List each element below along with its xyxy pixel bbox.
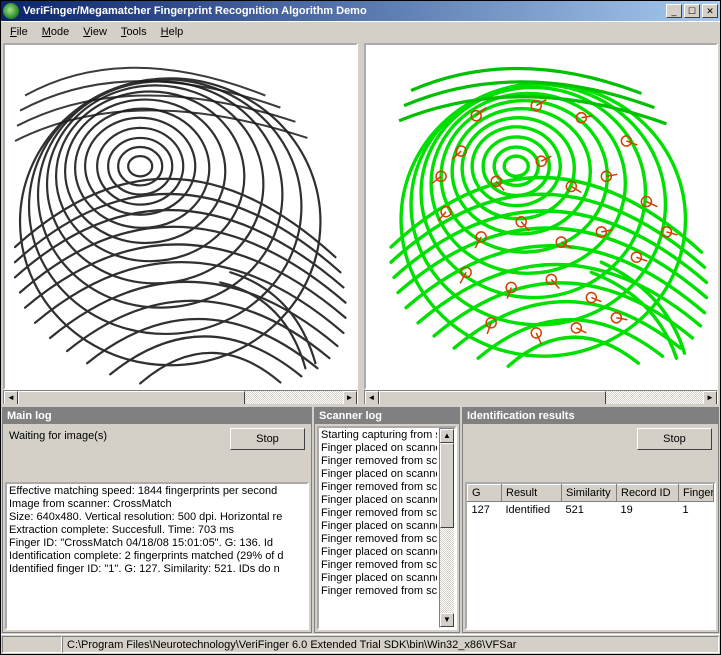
- status-cell-path: C:\Program Files\Neurotechnology\VeriFin…: [62, 636, 719, 653]
- cell-record-id: 19: [617, 502, 679, 519]
- minimize-button[interactable]: _: [666, 4, 682, 18]
- log-line: Finger removed from scan: [321, 533, 437, 546]
- log-line: Finger ID: "CrossMatch 04/18/08 15:01:05…: [9, 537, 305, 550]
- log-line: Extraction complete: Succesfull. Time: 7…: [9, 524, 305, 537]
- log-line: Finger removed from scan: [321, 507, 437, 520]
- scroll-down-icon[interactable]: ▼: [440, 613, 454, 627]
- menu-bar: File Mode View Tools Help: [1, 21, 720, 41]
- scanner-log-v-scrollbar[interactable]: ▲ ▼: [439, 428, 455, 628]
- col-record-id[interactable]: Record ID: [617, 485, 679, 502]
- menu-file[interactable]: File: [3, 24, 35, 40]
- results-table[interactable]: G Result Similarity Record ID Finger ID …: [467, 484, 714, 518]
- log-line: Image from scanner: CrossMatch: [9, 498, 305, 511]
- main-log-textarea[interactable]: Effective matching speed: 1844 fingerpri…: [5, 482, 309, 630]
- status-bar: C:\Program Files\Neurotechnology\VeriFin…: [1, 634, 720, 654]
- cell-g: 127: [468, 502, 502, 519]
- main-log-panel: Main log Waiting for image(s) Stop Effec…: [2, 407, 312, 633]
- col-g[interactable]: G: [468, 485, 502, 502]
- cell-similarity: 521: [562, 502, 617, 519]
- log-line: Finger placed on scanne: [321, 468, 437, 481]
- main-log-stop-button[interactable]: Stop: [230, 428, 305, 450]
- identification-results-panel: Identification results Stop G Result Sim…: [462, 407, 719, 633]
- results-stop-button[interactable]: Stop: [637, 428, 712, 450]
- identification-results-header: Identification results: [463, 408, 718, 424]
- log-line: Identification complete: 2 fingerprints …: [9, 550, 305, 563]
- maximize-button[interactable]: ☐: [684, 4, 700, 18]
- scanner-log-header: Scanner log: [315, 408, 459, 424]
- log-line: Finger placed on scanne: [321, 546, 437, 559]
- table-row[interactable]: 127 Identified 521 19 1: [468, 502, 714, 519]
- cell-result: Identified: [502, 502, 562, 519]
- log-line: Starting capturing from sc: [321, 429, 437, 442]
- scanner-log-textarea[interactable]: Starting capturing from sc Finger placed…: [317, 426, 457, 630]
- log-line: Finger removed from scan: [321, 585, 437, 598]
- main-log-header: Main log: [3, 408, 311, 424]
- col-result[interactable]: Result: [502, 485, 562, 502]
- original-fingerprint-image[interactable]: [3, 43, 358, 390]
- status-cell-left: [2, 636, 62, 653]
- menu-tools[interactable]: Tools: [114, 24, 154, 40]
- log-line: Finger placed on scanne: [321, 520, 437, 533]
- title-bar: VeriFinger/Megamatcher Fingerprint Recog…: [1, 1, 720, 21]
- main-log-status-text: Waiting for image(s): [9, 428, 107, 442]
- col-finger-id[interactable]: Finger ID: [679, 485, 714, 502]
- app-icon: [3, 3, 19, 19]
- log-line: Finger removed from scan: [321, 559, 437, 572]
- menu-help[interactable]: Help: [154, 24, 191, 40]
- log-line: Effective matching speed: 1844 fingerpri…: [9, 485, 305, 498]
- col-similarity[interactable]: Similarity: [562, 485, 617, 502]
- menu-mode[interactable]: Mode: [35, 24, 77, 40]
- menu-view[interactable]: View: [76, 24, 114, 40]
- log-line: Finger removed from scan: [321, 455, 437, 468]
- processed-fingerprint-image[interactable]: [364, 43, 719, 390]
- scroll-up-icon[interactable]: ▲: [440, 429, 454, 443]
- log-line: Finger removed from scan: [321, 481, 437, 494]
- log-line: Finger placed on scanne: [321, 442, 437, 455]
- window-title: VeriFinger/Megamatcher Fingerprint Recog…: [23, 5, 666, 17]
- close-button[interactable]: ✕: [702, 4, 718, 18]
- results-table-container: G Result Similarity Record ID Finger ID …: [465, 482, 716, 630]
- cell-finger-id: 1: [679, 502, 714, 519]
- log-line: Finger placed on scanne: [321, 494, 437, 507]
- log-line: Finger placed on scanne: [321, 572, 437, 585]
- left-pane: ◄ ►: [1, 41, 360, 404]
- image-panes: ◄ ►: [1, 41, 720, 404]
- scanner-log-panel: Scanner log Starting capturing from sc F…: [314, 407, 460, 633]
- log-line: Identified finger ID: "1". G: 127. Simil…: [9, 563, 305, 576]
- bottom-panels: Main log Waiting for image(s) Stop Effec…: [1, 404, 720, 634]
- right-pane: ◄ ►: [360, 41, 721, 404]
- log-line: Size: 640x480. Vertical resolution: 500 …: [9, 511, 305, 524]
